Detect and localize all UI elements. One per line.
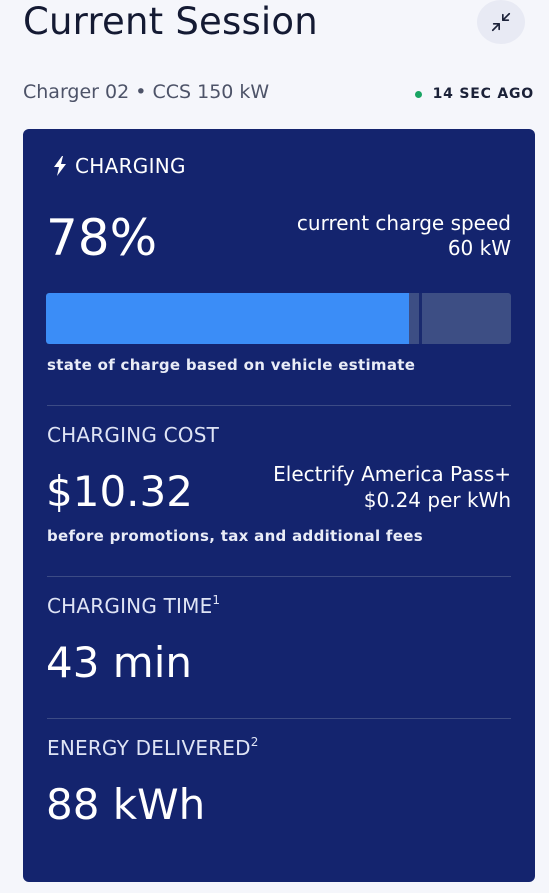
charging-status: CHARGING	[53, 153, 186, 179]
last-updated: 14 SEC AGO	[414, 84, 534, 104]
divider	[47, 576, 511, 577]
state-of-charge-target-marker	[419, 293, 423, 344]
charge-speed-value: 60 kW	[447, 236, 511, 260]
divider	[47, 405, 511, 406]
charging-time-value: 43 min	[46, 638, 192, 687]
collapse-button[interactable]	[477, 0, 525, 44]
energy-delivered-label: ENERGY DELIVERED2	[47, 735, 259, 761]
session-card: CHARGING 78% current charge speed 60 kW …	[23, 129, 535, 882]
collapse-arrows-icon	[491, 12, 511, 32]
state-of-charge-bar	[46, 293, 511, 344]
lightning-icon	[54, 156, 66, 176]
charge-speed: current charge speed 60 kW	[297, 211, 511, 261]
charger-info: Charger 02 • CCS 150 kW	[23, 81, 270, 103]
last-updated-label: 14 SEC AGO	[432, 86, 534, 102]
charging-time-label: CHARGING TIME1	[47, 593, 220, 619]
energy-delivered-label-text: ENERGY DELIVERED	[47, 736, 251, 760]
charging-status-label: CHARGING	[75, 154, 186, 178]
state-of-charge-note: state of charge based on vehicle estimat…	[47, 356, 416, 374]
charging-cost-label: CHARGING COST	[47, 423, 220, 447]
footnote-marker: 2	[250, 735, 259, 749]
page-title: Current Session	[23, 0, 318, 43]
header: Current Session Charger 02 • CCS 150 kW …	[0, 0, 549, 103]
charge-speed-label: current charge speed	[296, 211, 511, 235]
pricing-plan-rate: $0.24 per kWh	[363, 488, 511, 512]
live-status-dot	[414, 90, 422, 98]
footnote-marker: 1	[212, 593, 221, 607]
state-of-charge-bar-fill	[46, 293, 409, 344]
state-of-charge-value: 78%	[46, 209, 158, 267]
charging-cost-note: before promotions, tax and additional fe…	[47, 527, 423, 545]
divider	[47, 718, 511, 719]
charging-time-label-text: CHARGING TIME	[47, 594, 213, 618]
energy-delivered-value: 88 kWh	[46, 780, 206, 829]
pricing-plan: Electrify America Pass+ $0.24 per kWh	[273, 461, 511, 513]
charging-cost-value: $10.32	[46, 467, 193, 516]
pricing-plan-name: Electrify America Pass+	[273, 462, 511, 486]
